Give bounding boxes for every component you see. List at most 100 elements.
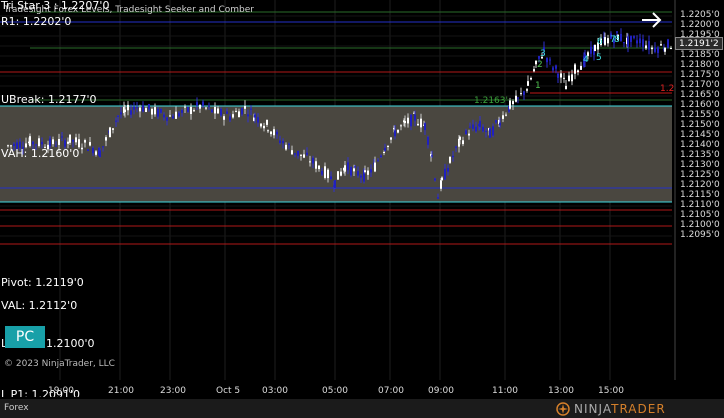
candle-body: [211, 109, 213, 113]
candle-body: [654, 47, 656, 52]
candle-body: [377, 160, 379, 162]
candle-body: [424, 123, 426, 131]
candle-body: [324, 166, 326, 178]
seeker-level-label: 1.2163': [474, 96, 508, 106]
candle-body: [41, 141, 43, 145]
candle-body: [220, 108, 222, 116]
candle-body: [390, 137, 392, 140]
candle-body: [260, 123, 262, 127]
y-axis-tick-label: 1.2115'0: [680, 190, 720, 200]
candle-body: [229, 116, 231, 121]
level-label-r1: R1: 1.2202'0: [1, 15, 72, 28]
candle-body: [166, 117, 168, 121]
level-label-pivot: Pivot: 1.2119'0: [1, 276, 84, 289]
pc-badge-button[interactable]: PC: [5, 326, 45, 348]
candle-body: [455, 146, 457, 148]
candle-body: [291, 150, 293, 155]
candle-body: [383, 151, 385, 153]
candle-body: [469, 126, 471, 128]
candle-body: [160, 108, 162, 113]
candle-body: [367, 170, 369, 175]
x-axis-tick-label: 13:00: [548, 386, 574, 396]
candle-body: [190, 106, 192, 114]
candle-body: [642, 39, 644, 47]
candle-body: [633, 36, 635, 38]
candle-body: [330, 176, 332, 180]
candle-body: [645, 45, 647, 49]
x-axis-tick-label: 11:00: [492, 386, 518, 396]
candle-body: [370, 169, 372, 173]
candle-body: [590, 46, 592, 54]
candle-body: [117, 115, 119, 117]
candle-body: [315, 161, 317, 169]
x-axis-tick-label: 23:00: [160, 386, 186, 396]
candle-body: [124, 109, 126, 113]
candle-body: [294, 153, 296, 155]
candle-body: [154, 107, 156, 115]
candle-body: [417, 123, 419, 126]
candle-body: [489, 128, 491, 138]
y-axis-tick-label: 1.2145'0: [680, 130, 720, 140]
seeker-count-label: 3: [540, 49, 546, 59]
arrow-right-icon[interactable]: [640, 10, 664, 30]
candle-body: [241, 108, 243, 115]
candle-body: [321, 171, 323, 175]
candle-body: [214, 106, 216, 114]
x-axis-tick-label: Oct 5: [216, 386, 241, 396]
candle-body: [232, 114, 234, 118]
candle-body: [139, 107, 141, 112]
candle-body: [533, 69, 535, 72]
candle-body: [552, 67, 554, 71]
comber-count-label: 4: [583, 55, 589, 65]
candle-body: [560, 73, 562, 78]
candle-body: [297, 150, 299, 156]
x-axis-tick-label: 09:00: [428, 386, 454, 396]
chart-window[interactable]: 1.2163' 1.2 3 2 1 6 7 8 4 5 Tradesight Forex Leve…: [0, 0, 724, 418]
candle-body: [499, 122, 501, 126]
candle-body: [217, 108, 219, 114]
x-axis-tick-label: 21:00: [108, 386, 134, 396]
candle-body: [509, 100, 511, 109]
candle-body: [354, 166, 356, 168]
instrument-tab[interactable]: Forex: [4, 403, 29, 413]
y-axis-tick-label: 1.2160'0: [680, 100, 720, 110]
y-axis-tick-label: 1.2100'0: [680, 220, 720, 230]
candle-body: [577, 70, 579, 73]
candle-body: [49, 138, 51, 147]
candle-body: [193, 110, 195, 112]
candle-body: [616, 31, 618, 33]
y-axis-tick-label: 1.2205'0: [680, 10, 720, 20]
x-axis-tick-label: 03:00: [262, 386, 288, 396]
candle-body: [61, 136, 63, 138]
candle-body: [400, 125, 402, 127]
candle-body: [288, 143, 290, 145]
candle-body: [410, 114, 412, 127]
candle-body: [52, 139, 54, 145]
candle-body: [374, 162, 376, 172]
candle-body: [444, 168, 446, 180]
y-axis-tick-label: 1.2150'0: [680, 120, 720, 130]
candle-body: [485, 130, 487, 132]
candle-body: [29, 136, 31, 146]
candle-body: [651, 47, 653, 50]
candle-body: [344, 165, 346, 172]
candle-body: [181, 110, 183, 113]
candle-body: [512, 101, 514, 105]
candle-body: [623, 42, 625, 44]
candle-body: [350, 167, 352, 176]
candle-body: [431, 155, 433, 157]
candle-body: [67, 141, 69, 144]
candle-body: [205, 107, 207, 109]
candle-body: [387, 145, 389, 147]
candle-body: [530, 77, 532, 80]
y-axis-tick-label: 1.2140'0: [680, 140, 720, 150]
candle-body: [468, 133, 470, 136]
price-chart[interactable]: 1.2163'1.23216 784 5: [0, 0, 724, 399]
candle-body: [347, 162, 349, 171]
y-axis-tick-label: 1.2135'0: [680, 150, 720, 160]
candle-body: [250, 108, 252, 110]
candle-body: [64, 140, 66, 147]
candle-body: [384, 147, 386, 151]
candle-body: [279, 140, 281, 143]
candle-body: [38, 138, 40, 147]
